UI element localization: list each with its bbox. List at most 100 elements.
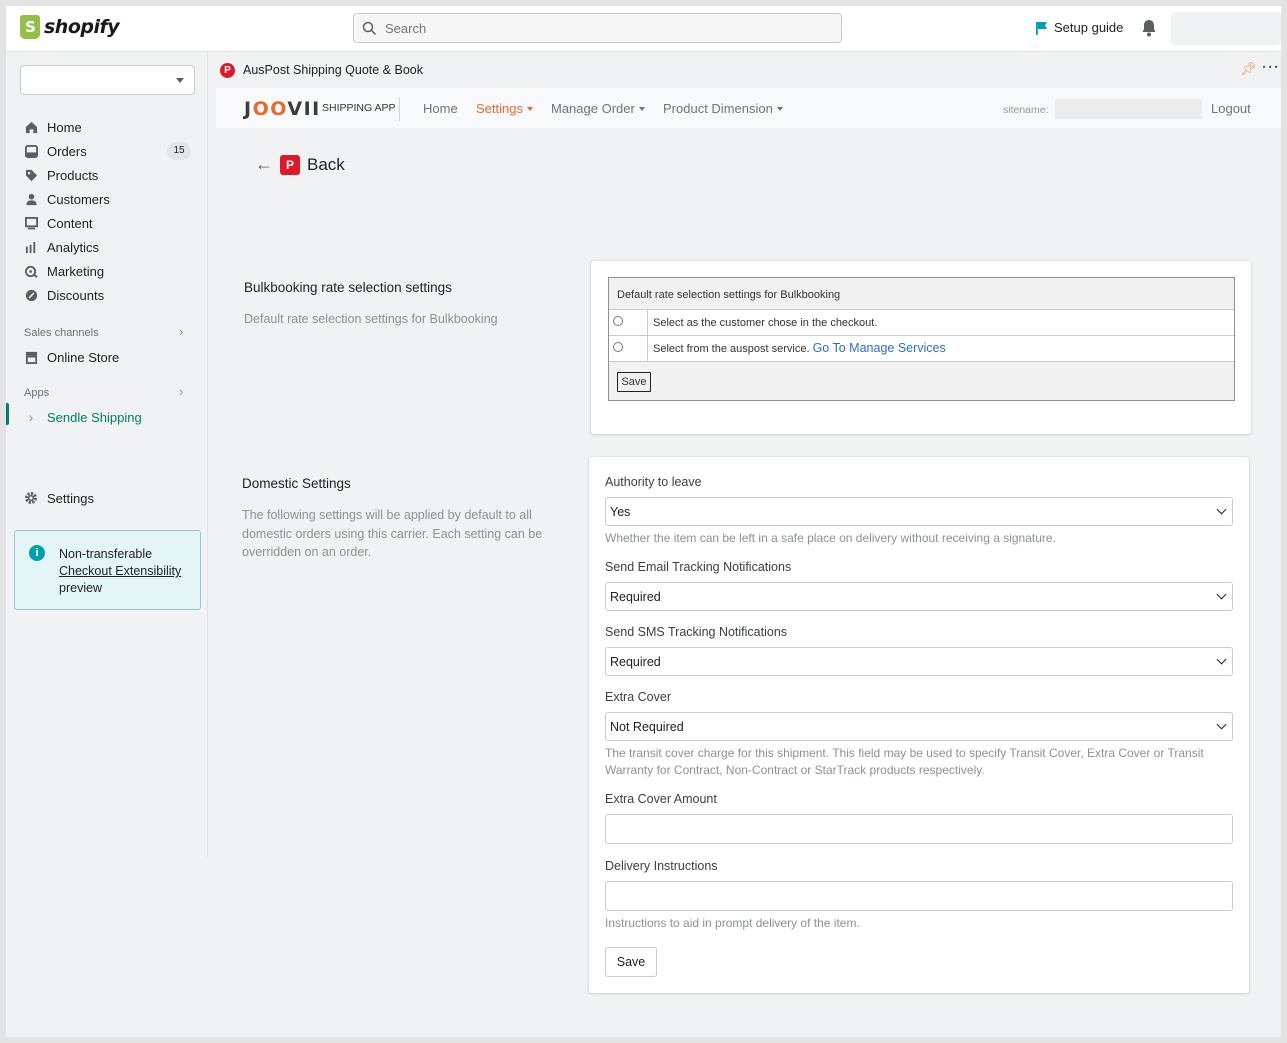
sms-tracking-select[interactable]: Required [605, 647, 1233, 676]
bulkbooking-save-button[interactable]: Save [617, 372, 651, 392]
nav-product-dimension-dropdown[interactable]: Product Dimension [663, 101, 783, 116]
extra-cover-select[interactable]: Not Required [605, 712, 1233, 741]
notice-line1: Non-transferable [59, 547, 153, 561]
shopify-logo-text: shopify [44, 16, 120, 38]
bulkbooking-table: Default rate selection settings for Bulk… [608, 277, 1235, 401]
delivery-instructions-label: Delivery Instructions [605, 859, 718, 873]
delivery-instructions-input[interactable] [605, 881, 1233, 911]
extra-cover-value: Not Required [610, 720, 684, 734]
back-button[interactable]: ← P Back [255, 154, 345, 175]
sidebar-item-products[interactable]: Products [24, 165, 98, 185]
search-input[interactable] [385, 20, 825, 36]
nav-settings-label: Settings [476, 101, 523, 116]
account-menu[interactable] [1171, 12, 1281, 45]
search-bar[interactable] [353, 13, 842, 43]
email-tracking-select[interactable]: Required [605, 582, 1233, 611]
sidebar-item-marketing[interactable]: Marketing [24, 261, 104, 281]
sidebar-item-label: Online Store [47, 349, 120, 365]
content-icon [24, 216, 38, 230]
notice-text: Non-transferable Checkout Extensibility … [59, 546, 181, 597]
gear-icon [24, 491, 38, 505]
sidebar-item-content[interactable]: Content [24, 213, 93, 233]
sitename-value [1055, 99, 1202, 119]
sidebar-item-label: Analytics [47, 239, 100, 255]
manage-services-link[interactable]: Go To Manage Services [813, 341, 946, 355]
marketing-icon [24, 264, 38, 278]
authority-to-leave-select[interactable]: Yes [605, 497, 1233, 526]
shopify-logo[interactable]: shopify [20, 15, 120, 39]
logout-link[interactable]: Logout [1211, 101, 1251, 116]
discount-icon [24, 288, 38, 302]
delivery-instructions-help: Instructions to aid in prompt delivery o… [605, 916, 860, 930]
caret-down-icon [526, 106, 533, 111]
bulkbooking-section-title: Bulkbooking rate selection settings [244, 280, 452, 295]
chevron-right-icon[interactable]: › [179, 324, 183, 339]
caret-down-icon [638, 106, 645, 111]
nav-settings-dropdown[interactable]: Settings [476, 101, 533, 116]
table-row: Select from the auspost service. Go To M… [609, 336, 1234, 362]
sidebar-item-label: Content [47, 215, 93, 231]
sms-tracking-label: Send SMS Tracking Notifications [605, 625, 788, 639]
sidebar-item-analytics[interactable]: Analytics [24, 237, 99, 257]
email-tracking-value: Required [610, 590, 661, 604]
shopify-bag-icon [20, 15, 40, 39]
sidebar-item-home[interactable]: Home [24, 117, 82, 137]
brand-subtitle: SHIPPING APP [322, 102, 396, 114]
info-icon: i [29, 545, 45, 561]
arrow-left-icon: ← [255, 154, 273, 174]
setup-guide-label: Setup guide [1054, 20, 1124, 35]
auspost-logo-icon: P [220, 63, 235, 78]
authority-to-leave-help: Whether the item can be left in a safe p… [605, 531, 1056, 545]
sidebar-item-settings[interactable]: Settings [24, 488, 94, 508]
notifications-bell-icon[interactable] [1141, 19, 1157, 40]
notice-line3: preview [59, 581, 103, 595]
auspost-service-radio[interactable] [613, 342, 623, 352]
chevron-right-icon[interactable]: › [179, 384, 183, 399]
extra-cover-help: The transit cover charge for this shipme… [605, 746, 1204, 777]
search-icon [362, 21, 377, 35]
orders-icon [24, 144, 38, 158]
sitename-label: sitename: [1003, 104, 1049, 116]
top-bar: shopify Setup guide [6, 6, 1281, 52]
table-header: Default rate selection settings for Bulk… [609, 278, 1234, 310]
setup-guide-button[interactable]: Setup guide [1035, 20, 1123, 35]
extra-cover-amount-input[interactable] [605, 814, 1233, 844]
sidebar-item-sendle-shipping[interactable]: › Sendle Shipping [24, 407, 142, 427]
flag-icon [1036, 21, 1047, 35]
domestic-settings-card: Authority to leave Yes Whether the item … [589, 457, 1249, 993]
domestic-section-title: Domestic Settings [242, 476, 351, 491]
nav-home-label: Home [423, 101, 458, 116]
sales-channels-heading: Sales channels [24, 327, 99, 339]
person-icon [24, 192, 38, 206]
nav-home-link[interactable]: Home [423, 101, 458, 116]
checkout-extensibility-link[interactable]: Checkout Extensibility [59, 564, 181, 578]
app-frame: shopify Setup guide Home Orders 15 Produ… [6, 6, 1281, 1037]
chevron-down-icon [1216, 654, 1227, 665]
authority-to-leave-value: Yes [610, 505, 631, 519]
sms-tracking-value: Required [610, 655, 661, 669]
sidebar-item-orders[interactable]: Orders [24, 141, 87, 161]
domestic-section-desc: The following settings will be applied b… [242, 508, 543, 559]
customer-choice-radio[interactable] [613, 316, 623, 326]
table-row: Select as the customer chose in the chec… [609, 310, 1234, 336]
sidebar-item-customers[interactable]: Customers [24, 189, 110, 209]
pin-icon[interactable]: 📌︎ [1240, 61, 1257, 77]
store-selector[interactable] [20, 65, 195, 95]
more-options-icon[interactable]: ··· [1262, 59, 1280, 76]
back-label: Back [307, 154, 345, 174]
orders-count-badge: 15 [167, 142, 191, 160]
chevron-down-icon [1216, 504, 1227, 515]
sidebar-item-label: Orders [47, 143, 87, 159]
nav-product-dimension-label: Product Dimension [663, 101, 773, 116]
active-indicator [6, 403, 9, 425]
sidebar-item-label: Marketing [47, 263, 105, 279]
joovii-logo[interactable]: JOOVII [244, 98, 321, 120]
sidebar-item-online-store[interactable]: Online Store [24, 347, 119, 367]
auspost-logo-icon: P [280, 154, 300, 175]
domestic-save-button[interactable]: Save [605, 947, 657, 977]
sidebar-item-label: Products [47, 167, 99, 183]
sidebar-item-discounts[interactable]: Discounts [24, 285, 104, 305]
nav-manage-order-dropdown[interactable]: Manage Order [551, 101, 645, 116]
nav-manage-order-label: Manage Order [551, 101, 635, 116]
sidebar-item-label: Customers [47, 191, 110, 207]
